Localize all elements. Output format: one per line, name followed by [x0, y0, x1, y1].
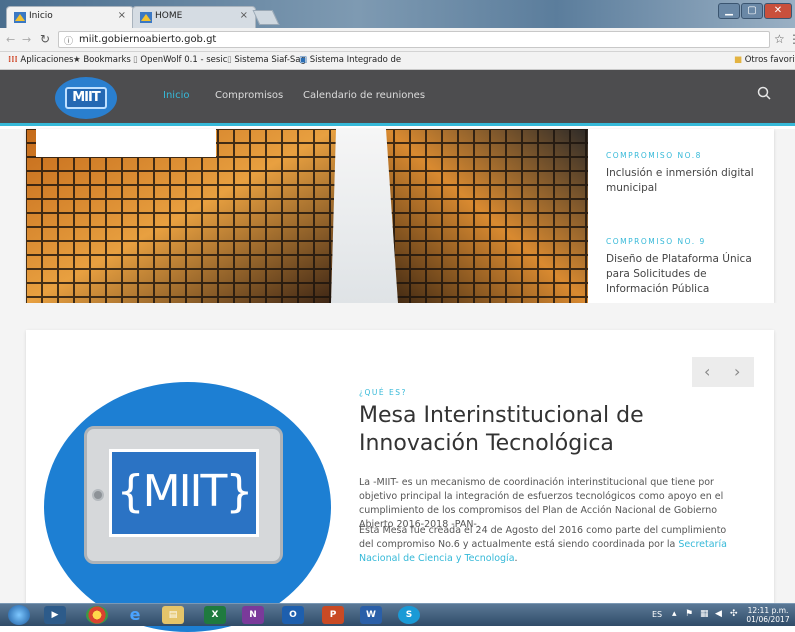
bookmark-label: Sistema Integrado de [309, 55, 402, 65]
reload-icon[interactable]: ↻ [40, 32, 50, 46]
powerpoint-icon[interactable]: P [322, 606, 344, 624]
commitment-number: COMPROMISO NO. 9 [606, 237, 706, 246]
page-icon: ▯ [133, 55, 138, 65]
commitment-item[interactable]: COMPROMISO NO. 9 Diseño de Plataforma Ún… [606, 237, 766, 297]
commitment-title[interactable]: Inclusión e inmersión digital municipal [606, 166, 766, 196]
site-header: MIIT Inicio Compromisos Calendario de re… [0, 70, 795, 126]
bookmark-bookmarks[interactable]: ★ Bookmarks [73, 55, 131, 65]
next-arrow-icon[interactable]: › [734, 362, 740, 381]
start-button-icon[interactable] [8, 605, 30, 625]
close-tab-icon[interactable]: × [240, 10, 248, 21]
word-icon[interactable]: W [360, 606, 382, 624]
tab-title: HOME [155, 11, 183, 21]
logo-text: MIIT [65, 87, 107, 109]
browser-tab-bar: Inicio × HOME × ▁ ▢ ✕ [0, 0, 795, 28]
chrome-icon[interactable] [86, 606, 108, 624]
commitment-number: COMPROMISO NO.8 [606, 151, 702, 160]
carousel-controls: ‹ › [692, 357, 754, 387]
url-text: miit.gobiernoabierto.gob.gt [79, 34, 217, 45]
minimize-button[interactable]: ▁ [718, 3, 740, 19]
bookmark-label: Otros favoritos [744, 55, 795, 65]
folder-icon: ■ [734, 55, 743, 65]
action-center-flag-icon[interactable]: ⚑ [685, 609, 693, 619]
tablet-button-icon [92, 489, 104, 501]
tab-home[interactable]: HOME × [132, 6, 256, 28]
forward-icon[interactable]: → [22, 33, 31, 46]
onenote-icon[interactable]: N [242, 606, 264, 624]
bookmark-label: Aplicaciones [20, 55, 74, 65]
bookmark-other[interactable]: ■ Otros favoritos [734, 55, 795, 65]
skype-icon[interactable]: S [398, 606, 420, 624]
clock-date: 01/06/2017 [746, 615, 790, 624]
bookmark-siaf[interactable]: ▯ Sistema Siaf-Sag [227, 55, 306, 65]
address-bar[interactable]: ⓘ miit.gobiernoabierto.gob.gt [58, 31, 770, 48]
guatemala-favicon-icon [140, 12, 152, 23]
about-paragraph-2: Esta Mesa fue creada el 24 de Agosto del… [359, 524, 729, 566]
close-tab-icon[interactable]: × [118, 10, 126, 21]
prev-arrow-icon[interactable]: ‹ [704, 362, 710, 381]
hero-section: COMPROMISO NO.8 Inclusión e inmersión di… [26, 129, 774, 303]
tablet-screen: {MIIT} [109, 449, 259, 537]
network-icon[interactable]: ▦ [700, 609, 709, 619]
guatemala-favicon-icon [14, 12, 26, 23]
page-icon: ▯ [227, 55, 232, 65]
browser-toolbar: ← → ↻ ⓘ miit.gobiernoabierto.gob.gt ☆ ⋮ [0, 28, 795, 52]
search-icon[interactable] [757, 86, 771, 103]
file-explorer-icon[interactable]: ▤ [162, 606, 184, 624]
menu-icon[interactable]: ⋮ [788, 32, 795, 46]
bookmark-openwolf[interactable]: ▯ OpenWolf 0.1 - sesic [133, 55, 227, 65]
nav-compromisos[interactable]: Compromisos [215, 90, 283, 101]
language-indicator[interactable]: ES [652, 610, 662, 619]
close-window-button[interactable]: ✕ [764, 3, 792, 19]
show-hidden-icons-icon[interactable]: ▴ [672, 609, 677, 619]
bookmarks-bar: ⁞⁞⁞ Aplicaciones ★ Bookmarks ▯ OpenWolf … [0, 52, 795, 70]
star-icon: ★ [73, 55, 81, 65]
system-clock[interactable]: 12:11 p.m. 01/06/2017 [744, 606, 792, 624]
app-icon: ▣ [299, 55, 308, 65]
bookmark-label: OpenWolf 0.1 - sesic [140, 55, 228, 65]
section-title: Mesa Interinstitucional de Innovación Te… [359, 403, 644, 456]
section-kicker: ¿QUÉ ES? [359, 388, 407, 397]
bookmark-sistema-integrado[interactable]: ▣ Sistema Integrado de [299, 55, 401, 65]
maximize-button[interactable]: ▢ [741, 3, 763, 19]
info-icon[interactable]: ⓘ [64, 34, 73, 47]
paragraph-text: Esta Mesa fue creada el 24 de Agosto del… [359, 525, 727, 550]
commitment-item[interactable]: COMPROMISO NO.8 Inclusión e inmersión di… [606, 151, 766, 196]
tab-inicio[interactable]: Inicio × [6, 6, 134, 28]
paragraph-text: . [514, 553, 518, 564]
tray-app-icon[interactable]: ✣ [730, 609, 738, 619]
site-logo[interactable]: MIIT [55, 77, 117, 119]
back-icon[interactable]: ← [6, 33, 15, 46]
bookmark-label: Sistema Siaf-Sag [234, 55, 306, 65]
buildings-photo [26, 129, 588, 303]
internet-explorer-icon[interactable]: e [124, 606, 146, 624]
miit-logo-illustration: {MIIT} [44, 382, 331, 632]
clock-time: 12:11 p.m. [747, 606, 789, 615]
nav-inicio[interactable]: Inicio [163, 90, 189, 101]
new-tab-button[interactable] [252, 10, 280, 25]
media-player-icon[interactable]: ▶ [44, 606, 66, 624]
miit-logo-text: {MIIT} [116, 466, 254, 517]
windows-taskbar: ▶ e ▤ X N O P W S ES ▴ ⚑ ▦ ◀ ✣ 12:11 p.m… [0, 603, 795, 626]
commitments-list: COMPROMISO NO.8 Inclusión e inmersión di… [606, 129, 774, 303]
commitment-title[interactable]: Diseño de Plataforma Única para Solicitu… [606, 252, 766, 297]
volume-icon[interactable]: ◀ [715, 609, 722, 619]
tab-title: Inicio [29, 11, 53, 21]
bookmark-star-icon[interactable]: ☆ [774, 32, 785, 46]
apps-icon: ⁞⁞⁞ [8, 55, 18, 65]
bookmark-apps[interactable]: ⁞⁞⁞ Aplicaciones [8, 55, 74, 65]
excel-icon[interactable]: X [204, 606, 226, 624]
outlook-icon[interactable]: O [282, 606, 304, 624]
nav-calendario[interactable]: Calendario de reuniones [303, 90, 425, 101]
tablet-graphic: {MIIT} [84, 426, 283, 564]
bookmark-label: Bookmarks [83, 55, 131, 65]
